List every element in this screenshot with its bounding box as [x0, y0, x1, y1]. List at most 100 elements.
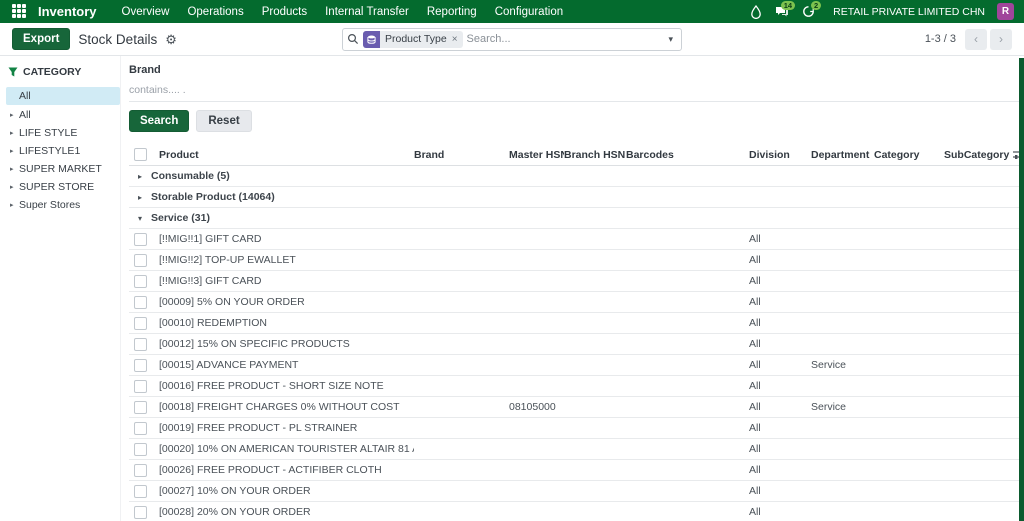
table-row[interactable]: [00020] 10% ON AMERICAN TOURISTER ALTAIR…: [129, 439, 1024, 460]
sidebar-category-item[interactable]: ▸ All: [6, 106, 120, 123]
group-label: Consumable (5): [151, 170, 230, 182]
user-avatar[interactable]: R: [997, 3, 1014, 20]
menu-item[interactable]: Reporting: [418, 0, 486, 23]
brand-contains-input[interactable]: [129, 82, 1024, 102]
row-checkbox[interactable]: [134, 400, 147, 414]
row-checkbox-cell: [129, 421, 159, 435]
gear-icon[interactable]: ⚙: [165, 33, 177, 46]
product-cell: [00019] FREE PRODUCT - PL STRAINER: [159, 422, 358, 434]
table-row[interactable]: [00019] FREE PRODUCT - PL STRAINER All: [129, 418, 1024, 439]
sidebar-category-item[interactable]: ▸ LIFESTYLE1: [6, 142, 120, 159]
column-header[interactable]: Barcodes: [626, 149, 749, 161]
table-row[interactable]: [00016] FREE PRODUCT - SHORT SIZE NOTE A…: [129, 376, 1024, 397]
filter-search-button[interactable]: Search: [129, 110, 190, 132]
row-checkbox[interactable]: [134, 337, 147, 351]
table-row[interactable]: [00009] 5% ON YOUR ORDER All: [129, 292, 1024, 313]
row-checkbox-cell: [129, 253, 159, 267]
column-header[interactable]: Division: [749, 149, 811, 161]
sidebar-category-item[interactable]: ▸ SUPER MARKET: [6, 160, 120, 177]
pager-prev-button[interactable]: ‹: [965, 28, 987, 50]
row-checkbox[interactable]: [134, 316, 147, 330]
table-row[interactable]: [00015] ADVANCE PAYMENT All Service: [129, 355, 1024, 376]
row-checkbox[interactable]: [134, 274, 147, 288]
row-checkbox[interactable]: [134, 421, 147, 435]
division-cell: All: [749, 443, 761, 455]
sidebar-category-item[interactable]: ▸ LIFE STYLE: [6, 124, 120, 141]
row-checkbox[interactable]: [134, 379, 147, 393]
product-cell: [00015] ADVANCE PAYMENT: [159, 359, 299, 371]
column-header[interactable]: Category: [874, 149, 944, 161]
table-row[interactable]: [!!MIG!!2] TOP-UP EWALLET All: [129, 250, 1024, 271]
sidebar-category-item[interactable]: ▸ Super Stores: [6, 196, 120, 213]
table-row[interactable]: [00027] 10% ON YOUR ORDER All: [129, 481, 1024, 502]
row-checkbox-cell: [129, 295, 159, 309]
droplet-icon[interactable]: [745, 1, 767, 23]
search-input[interactable]: [466, 33, 665, 45]
control-panel-left: Export Stock Details ⚙: [12, 28, 342, 50]
menu-item[interactable]: Configuration: [486, 0, 572, 23]
vertical-scrollbar[interactable]: [1019, 58, 1024, 521]
export-button[interactable]: Export: [12, 28, 71, 50]
row-checkbox[interactable]: [134, 253, 147, 267]
group-row[interactable]: ▸ Consumable (5): [129, 166, 1024, 187]
messages-icon[interactable]: 14: [771, 0, 796, 23]
menu-item[interactable]: Overview: [113, 0, 179, 23]
sidebar-header: CATEGORY: [8, 66, 120, 78]
main-menus: Overview Operations Products Internal Trans…: [113, 0, 573, 23]
filter-field-label: Brand: [129, 64, 161, 76]
row-checkbox[interactable]: [134, 442, 147, 456]
page-title: Stock Details: [78, 31, 158, 47]
sidebar-item-label: SUPER STORE: [19, 180, 95, 193]
apps-grid-icon[interactable]: [12, 3, 28, 20]
company-switcher[interactable]: RETAIL PRIVATE LIMITED CHN: [833, 6, 985, 18]
product-cell: [00009] 5% ON YOUR ORDER: [159, 296, 305, 308]
group-toggle-icon: ▾: [138, 213, 143, 223]
pager-next-button[interactable]: ›: [990, 28, 1012, 50]
row-checkbox-cell: [129, 337, 159, 351]
activities-clock-icon[interactable]: 2: [797, 0, 822, 23]
table-row[interactable]: [!!MIG!!3] GIFT CARD All: [129, 271, 1024, 292]
row-checkbox[interactable]: [134, 505, 147, 519]
group-row[interactable]: ▾ Service (31): [129, 208, 1024, 229]
column-header[interactable]: Branch HSN: [564, 149, 626, 161]
table-row[interactable]: [00026] FREE PRODUCT - ACTIFIBER CLOTH A…: [129, 460, 1024, 481]
menu-item[interactable]: Operations: [178, 0, 252, 23]
sidebar-category-item[interactable]: ▸ All: [6, 87, 120, 105]
caret-right-icon: ▸: [10, 165, 14, 173]
table-row[interactable]: [00018] FREIGHT CHARGES 0% WITHOUT COST …: [129, 397, 1024, 418]
chevron-down-icon[interactable]: ▾: [664, 34, 677, 45]
row-checkbox-cell: [129, 232, 159, 246]
department-cell: Service: [811, 359, 847, 371]
table-row[interactable]: [00010] REDEMPTION All: [129, 313, 1024, 334]
messages-badge: 14: [780, 0, 796, 10]
product-cell: [!!MIG!!1] GIFT CARD: [159, 233, 262, 245]
filter-reset-button[interactable]: Reset: [196, 110, 252, 132]
product-cell: [00026] FREE PRODUCT - ACTIFIBER CLOTH: [159, 464, 382, 476]
division-cell: All: [749, 464, 761, 476]
row-checkbox[interactable]: [134, 463, 147, 477]
filter-funnel-icon: [8, 67, 18, 77]
column-header[interactable]: SubCategory: [944, 149, 1012, 161]
table-row[interactable]: [!!MIG!!1] GIFT CARD All: [129, 229, 1024, 250]
row-checkbox[interactable]: [134, 295, 147, 309]
group-row[interactable]: ▸ Storable Product (14064): [129, 187, 1024, 208]
menu-item[interactable]: Internal Transfer: [316, 0, 418, 23]
column-header[interactable]: Brand: [414, 149, 509, 161]
select-all-checkbox[interactable]: [134, 148, 147, 161]
sidebar-category-item[interactable]: ▸ SUPER STORE: [6, 178, 120, 195]
search-bar[interactable]: Product Type × ▾: [342, 27, 682, 51]
column-header[interactable]: Master HSN: [509, 149, 564, 161]
table-row[interactable]: [00012] 15% ON SPECIFIC PRODUCTS All: [129, 334, 1024, 355]
menu-item[interactable]: Products: [253, 0, 316, 23]
facet-remove-icon[interactable]: ×: [452, 34, 458, 45]
app-name[interactable]: Inventory: [38, 4, 97, 19]
table-row[interactable]: [00028] 20% ON YOUR ORDER All: [129, 502, 1024, 521]
control-panel: Export Stock Details ⚙ Product Type × ▾ …: [0, 23, 1024, 56]
sidebar-item-label: SUPER MARKET: [19, 162, 102, 175]
row-checkbox[interactable]: [134, 358, 147, 372]
column-header[interactable]: Product: [159, 149, 414, 161]
column-header[interactable]: Department: [811, 149, 874, 161]
division-cell: All: [749, 359, 761, 371]
row-checkbox[interactable]: [134, 232, 147, 246]
row-checkbox[interactable]: [134, 484, 147, 498]
